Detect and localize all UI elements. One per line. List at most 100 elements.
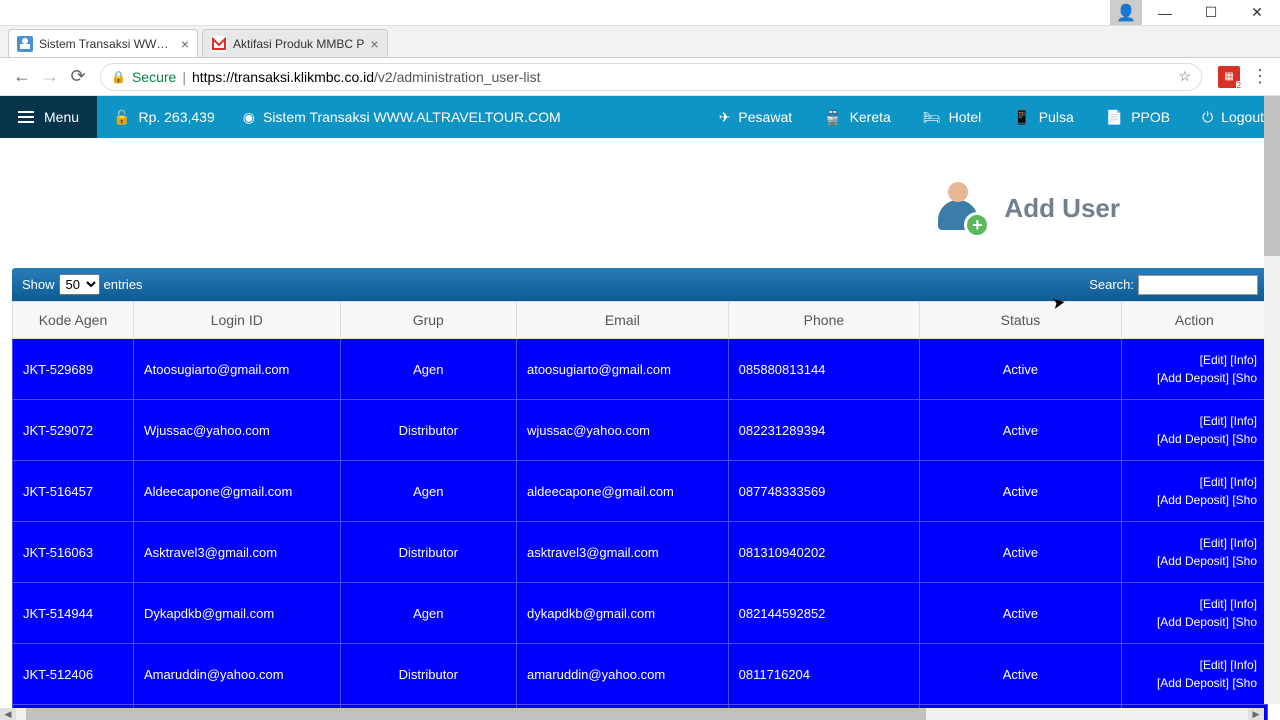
search-input[interactable] <box>1138 275 1258 295</box>
action-edit-info[interactable]: [Edit] [Info] <box>1200 658 1257 672</box>
page-size-select[interactable]: 50 <box>59 274 100 295</box>
cell-status: Active <box>920 461 1122 522</box>
brand-title: ◉ Sistem Transaksi WWW.ALTRAVELTOUR.COM <box>231 109 573 126</box>
scroll-left-icon[interactable]: ◀ <box>0 708 16 720</box>
user-table-container: Show 50 entries Search: Kode Agen Login … <box>12 268 1268 720</box>
favicon-gmail-icon <box>211 36 227 52</box>
cell-status: Active <box>920 400 1122 461</box>
col-email[interactable]: Email <box>516 302 728 339</box>
search-label: Search: <box>1089 277 1134 292</box>
nav-reload-icon[interactable]: ⟳ <box>64 63 92 91</box>
bookmark-star-icon[interactable]: ☆ <box>1178 68 1191 85</box>
balance-display[interactable]: 🔓 Rp. 263,439 <box>97 96 231 138</box>
browser-addressbar: ← → ⟳ 🔒 Secure | https://transaksi.klikm… <box>0 58 1280 96</box>
app-topnav: Menu 🔓 Rp. 263,439 ◉ Sistem Transaksi WW… <box>0 96 1280 138</box>
table-row[interactable]: JKT-529689Atoosugiarto@gmail.comAgenatoo… <box>13 339 1268 400</box>
nav-back-icon[interactable]: ← <box>8 63 36 91</box>
action-edit-info[interactable]: [Edit] [Info] <box>1200 597 1257 611</box>
cell-grup: Distributor <box>340 522 516 583</box>
nav-pesawat[interactable]: ✈Pesawat <box>703 96 808 138</box>
tab-close-icon[interactable]: × <box>181 36 189 52</box>
page-content: + Add User Show 50 entries Search: Kode … <box>0 138 1280 720</box>
cell-status: Active <box>920 583 1122 644</box>
action-deposit[interactable]: [Add Deposit] [Sho <box>1157 554 1257 568</box>
nav-forward-icon: → <box>36 63 64 91</box>
cell-phone: 082231289394 <box>728 400 920 461</box>
col-status[interactable]: Status <box>920 302 1122 339</box>
browser-tab[interactable]: Aktifasi Produk MMBC P × <box>202 29 388 57</box>
action-deposit[interactable]: [Add Deposit] [Sho <box>1157 432 1257 446</box>
entries-label: entries <box>104 277 143 292</box>
col-kode[interactable]: Kode Agen <box>13 302 134 339</box>
table-row[interactable]: JKT-516457Aldeecapone@gmail.comAgenaldee… <box>13 461 1268 522</box>
nav-kereta[interactable]: 🚆Kereta <box>808 96 907 138</box>
tab-close-icon[interactable]: × <box>370 36 378 52</box>
secure-label: Secure <box>132 69 176 85</box>
cell-login: Wjussac@yahoo.com <box>133 400 340 461</box>
cell-kode: JKT-512406 <box>13 644 134 705</box>
add-user-icon: + <box>930 178 990 238</box>
extension-icon[interactable]: ▦2 <box>1218 66 1240 88</box>
cell-kode: JKT-516063 <box>13 522 134 583</box>
action-deposit[interactable]: [Add Deposit] [Sho <box>1157 371 1257 385</box>
cell-phone: 081310940202 <box>728 522 920 583</box>
horizontal-scrollbar[interactable]: ◀ ▶ <box>0 708 1264 720</box>
add-user-button[interactable]: + Add User <box>0 138 1280 268</box>
cell-actions: [Edit] [Info] [Add Deposit] [Sho <box>1121 644 1267 705</box>
cell-kode: JKT-529689 <box>13 339 134 400</box>
action-deposit[interactable]: [Add Deposit] [Sho <box>1157 676 1257 690</box>
vertical-scrollbar[interactable] <box>1264 96 1280 704</box>
cell-status: Active <box>920 522 1122 583</box>
table-row[interactable]: JKT-516063Asktravel3@gmail.comDistributo… <box>13 522 1268 583</box>
show-label: Show <box>22 277 55 292</box>
cell-actions: [Edit] [Info] [Add Deposit] [Sho <box>1121 583 1267 644</box>
col-login[interactable]: Login ID <box>133 302 340 339</box>
action-deposit[interactable]: [Add Deposit] [Sho <box>1157 615 1257 629</box>
cell-email: dykapdkb@gmail.com <box>516 583 728 644</box>
cell-actions: [Edit] [Info] [Add Deposit] [Sho <box>1121 461 1267 522</box>
divider: | <box>182 69 186 85</box>
cell-login: Amaruddin@yahoo.com <box>133 644 340 705</box>
omnibox[interactable]: 🔒 Secure | https://transaksi.klikmbc.co.… <box>100 63 1202 91</box>
cell-kode: JKT-514944 <box>13 583 134 644</box>
window-titlebar: 👤 — ☐ ✕ <box>0 0 1280 26</box>
nav-ppob[interactable]: 📄PPOB <box>1090 96 1186 138</box>
train-icon: 🚆 <box>824 109 841 126</box>
balance-value: Rp. 263,439 <box>138 109 214 125</box>
col-action[interactable]: Action <box>1121 302 1267 339</box>
user-profile-icon[interactable]: 👤 <box>1110 0 1142 25</box>
doc-icon: 📄 <box>1106 109 1123 126</box>
cell-status: Active <box>920 644 1122 705</box>
window-close[interactable]: ✕ <box>1234 0 1280 25</box>
action-edit-info[interactable]: [Edit] [Info] <box>1200 414 1257 428</box>
col-phone[interactable]: Phone <box>728 302 920 339</box>
cell-actions: [Edit] [Info] [Add Deposit] [Sho <box>1121 339 1267 400</box>
page-viewport: Menu 🔓 Rp. 263,439 ◉ Sistem Transaksi WW… <box>0 96 1280 720</box>
table-row[interactable]: JKT-529072Wjussac@yahoo.comDistributorwj… <box>13 400 1268 461</box>
cell-kode: JKT-529072 <box>13 400 134 461</box>
cell-login: Aldeecapone@gmail.com <box>133 461 340 522</box>
browser-tab-active[interactable]: Sistem Transaksi WWW.A × <box>8 29 198 57</box>
cell-email: amaruddin@yahoo.com <box>516 644 728 705</box>
window-maximize[interactable]: ☐ <box>1188 0 1234 25</box>
action-edit-info[interactable]: [Edit] [Info] <box>1200 536 1257 550</box>
action-deposit[interactable]: [Add Deposit] [Sho <box>1157 493 1257 507</box>
action-edit-info[interactable]: [Edit] [Info] <box>1200 353 1257 367</box>
window-minimize[interactable]: — <box>1142 0 1188 25</box>
action-edit-info[interactable]: [Edit] [Info] <box>1200 475 1257 489</box>
scroll-right-icon[interactable]: ▶ <box>1248 708 1264 720</box>
menu-button[interactable]: Menu <box>0 96 97 138</box>
cell-status: Active <box>920 339 1122 400</box>
table-row[interactable]: JKT-514944Dykapdkb@gmail.comAgendykapdkb… <box>13 583 1268 644</box>
nav-pulsa[interactable]: 📱Pulsa <box>997 96 1089 138</box>
power-icon: ⏻ <box>1202 109 1213 126</box>
add-user-label: Add User <box>1004 193 1120 224</box>
col-grup[interactable]: Grup <box>340 302 516 339</box>
nav-hotel[interactable]: 🛏Hotel <box>907 96 997 138</box>
table-row[interactable]: JKT-512406Amaruddin@yahoo.comDistributor… <box>13 644 1268 705</box>
cell-grup: Distributor <box>340 400 516 461</box>
cell-grup: Agen <box>340 461 516 522</box>
browser-menu-icon[interactable]: ⋮ <box>1248 66 1272 87</box>
cell-phone: 082144592852 <box>728 583 920 644</box>
tab-title: Aktifasi Produk MMBC P <box>233 37 364 51</box>
